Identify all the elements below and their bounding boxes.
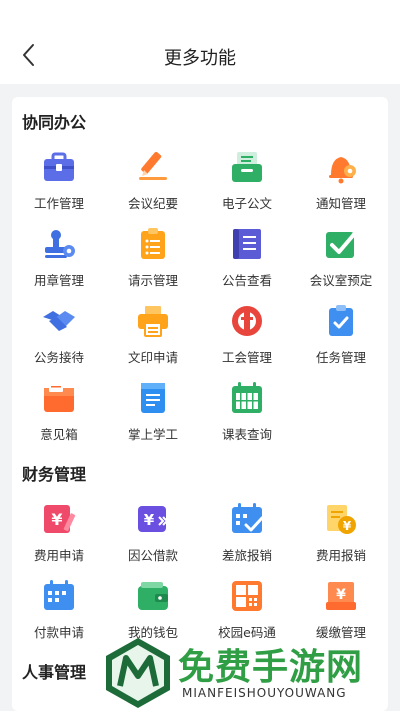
section-title-collab: 协同办公 bbox=[22, 113, 87, 132]
function-item[interactable]: 会议纪要 bbox=[106, 149, 200, 226]
function-item[interactable]: 意见箱 bbox=[12, 380, 106, 457]
notebook-icon bbox=[233, 229, 261, 259]
function-item[interactable]: 差旅报销 bbox=[200, 501, 294, 578]
function-item[interactable]: 公务接待 bbox=[12, 303, 106, 380]
section-title-hr: 人事管理 bbox=[22, 663, 87, 682]
function-item-label: 任务管理 bbox=[315, 350, 366, 365]
page-title: 更多功能 bbox=[164, 48, 236, 69]
function-item[interactable]: 用章管理 bbox=[12, 226, 106, 303]
function-item-label: 付款申请 bbox=[33, 625, 84, 640]
function-item-label: 意见箱 bbox=[40, 427, 78, 442]
function-item[interactable]: 请示管理 bbox=[106, 226, 200, 303]
check-box-icon bbox=[326, 230, 358, 258]
function-item-label: 费用报销 bbox=[315, 548, 366, 563]
watermark-subtitle: MIANFEISHOUYOUWANG bbox=[182, 686, 347, 700]
payment-calendar-icon bbox=[44, 580, 74, 610]
watermark: 免费手游网 MIANFEISHOUYOUWANG bbox=[102, 636, 396, 711]
svg-text:¥: ¥ bbox=[144, 511, 155, 529]
bell-gear-icon bbox=[329, 157, 356, 184]
function-item[interactable]: 工作管理 bbox=[12, 149, 106, 226]
handshake-icon bbox=[43, 311, 75, 331]
yen-coins-icon: ¥ bbox=[327, 505, 356, 534]
function-item[interactable]: 通知管理 bbox=[294, 149, 388, 226]
union-emblem-icon bbox=[232, 306, 262, 336]
function-item-label: 公务接待 bbox=[33, 350, 84, 365]
yen-card-icon: ¥ bbox=[138, 506, 169, 532]
function-item-label: 会议纪要 bbox=[127, 196, 178, 211]
function-item[interactable]: ¥ 费用报销 bbox=[294, 501, 388, 578]
function-item[interactable]: ¥ 费用申请 bbox=[12, 501, 106, 578]
travel-calendar-icon bbox=[232, 503, 264, 533]
calendar-icon bbox=[232, 382, 262, 413]
function-item-label: 掌上学工 bbox=[127, 427, 178, 442]
clipboard-list-icon bbox=[141, 228, 165, 259]
function-item-label: 工会管理 bbox=[221, 350, 272, 365]
function-item[interactable]: ¥ 因公借款 bbox=[106, 501, 200, 578]
function-item-label: 公告查看 bbox=[221, 273, 272, 288]
svg-text:¥: ¥ bbox=[336, 587, 346, 603]
function-item[interactable]: 工会管理 bbox=[200, 303, 294, 380]
function-item-label: 费用申请 bbox=[33, 548, 84, 563]
qr-grid-icon bbox=[232, 581, 262, 611]
function-item-label: 工作管理 bbox=[33, 196, 84, 211]
function-item[interactable]: 电子公文 bbox=[200, 149, 294, 226]
function-item-label: 课表查询 bbox=[221, 427, 272, 442]
mailbox-icon bbox=[44, 384, 74, 412]
svg-text:¥: ¥ bbox=[51, 510, 62, 529]
function-item[interactable]: 任务管理 bbox=[294, 303, 388, 380]
function-card: 协同办公 工作管理 会议纪要 电子公文 通知管理用章管理 请示管理 公告查看 会议室预定公务… bbox=[12, 97, 388, 711]
stamp-gear-icon bbox=[45, 230, 75, 258]
briefcase-icon bbox=[44, 152, 74, 181]
task-clipboard-icon bbox=[329, 305, 353, 336]
watermark-logo-icon bbox=[106, 638, 170, 708]
function-item[interactable]: 会议室预定 bbox=[294, 226, 388, 303]
function-item-label: 文印申请 bbox=[127, 350, 178, 365]
document-tray-icon bbox=[232, 152, 262, 182]
book-icon bbox=[141, 383, 165, 413]
wallet-icon bbox=[138, 582, 168, 610]
function-item[interactable]: 掌上学工 bbox=[106, 380, 200, 457]
yen-pen-icon: ¥ bbox=[44, 505, 76, 533]
function-item[interactable]: 课表查询 bbox=[200, 380, 294, 457]
function-item-label: 差旅报销 bbox=[221, 548, 272, 563]
function-item[interactable]: 付款申请 bbox=[12, 578, 106, 655]
function-item-label: 会议室预定 bbox=[309, 273, 373, 288]
function-item-label: 电子公文 bbox=[221, 196, 272, 211]
function-item-label: 因公借款 bbox=[127, 548, 178, 563]
svg-text:¥: ¥ bbox=[343, 519, 352, 533]
function-item[interactable]: 文印申请 bbox=[106, 303, 200, 380]
function-item-label: 请示管理 bbox=[127, 273, 178, 288]
watermark-title: 免费手游网 bbox=[178, 647, 364, 688]
function-item-label: 用章管理 bbox=[33, 273, 84, 288]
yen-tray-icon: ¥ bbox=[326, 582, 356, 610]
section-title-finance: 财务管理 bbox=[22, 465, 87, 484]
function-item[interactable]: 公告查看 bbox=[200, 226, 294, 303]
top-bar: 更多功能 bbox=[0, 0, 400, 84]
function-item-label: 通知管理 bbox=[315, 196, 366, 211]
pencil-note-icon bbox=[139, 151, 167, 180]
printer-icon bbox=[138, 306, 168, 337]
